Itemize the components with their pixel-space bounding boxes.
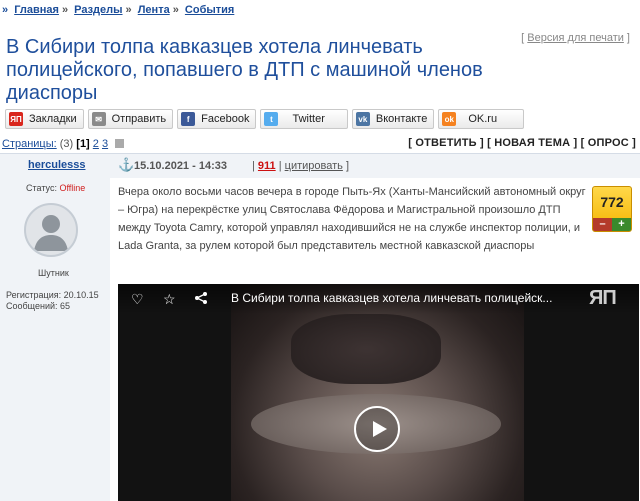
- rating-minus-button[interactable]: –: [593, 218, 612, 231]
- star-icon[interactable]: ☆: [163, 291, 176, 308]
- ok-icon: ok: [442, 112, 457, 126]
- facebook-button[interactable]: f Facebook: [177, 109, 257, 129]
- registration-date: Регистрация: 20.10.15: [6, 290, 99, 300]
- video-title[interactable]: В Сибири толпа кавказцев хотела линчеват…: [231, 291, 586, 305]
- play-button[interactable]: [354, 406, 400, 452]
- ok-button[interactable]: ok OK.ru: [438, 109, 525, 129]
- video-frame-shape: [291, 314, 441, 384]
- print-version: [ Версия для печати ]: [521, 32, 630, 44]
- twitter-label: Twitter: [292, 113, 325, 125]
- post-body: Вчера около восьми часов вечера в городе…: [118, 186, 586, 252]
- breadcrumb-separator: »: [172, 4, 179, 16]
- twitter-button[interactable]: t Twitter: [260, 109, 348, 129]
- vk-icon: vk: [355, 112, 370, 126]
- send-button[interactable]: ✉ Отправить: [87, 109, 174, 129]
- post-number-area: | 911 | цитировать ]: [252, 160, 350, 172]
- video-player[interactable]: ♡ ☆ В Сибири толпа кавказцев хотела линч…: [118, 284, 639, 501]
- status-value: Offline: [59, 183, 86, 193]
- post-title: В Сибири толпа кавказцев хотела линчеват…: [6, 36, 483, 104]
- vkontakte-label: Вконтакте: [375, 113, 428, 125]
- author-rank: Шутник: [38, 268, 69, 278]
- yaplakal-icon: ЯП: [9, 112, 23, 126]
- current-page: [1]: [76, 138, 90, 150]
- pages-count: (3): [59, 138, 74, 150]
- rating-plus-button[interactable]: +: [612, 218, 631, 231]
- author-name-link[interactable]: herculesss: [28, 159, 85, 171]
- video-frame: [231, 284, 524, 501]
- author-status: Статус: Offline: [26, 183, 85, 193]
- breadcrumb-home-link[interactable]: Главная: [14, 4, 59, 16]
- breadcrumb: » Главная» Разделы» Лента» События: [2, 4, 234, 16]
- breadcrumb-separator: »: [125, 4, 132, 16]
- breadcrumb-sections-link[interactable]: Разделы: [74, 4, 122, 16]
- breadcrumb-arrow-icon: »: [2, 4, 9, 16]
- message-count: Сообщений: 65: [6, 301, 71, 311]
- breadcrumb-events-link[interactable]: События: [185, 4, 234, 16]
- ok-label: OK.ru: [468, 113, 498, 125]
- quote-link[interactable]: цитировать: [285, 160, 343, 172]
- page-3-link[interactable]: 3: [102, 138, 108, 150]
- bookmarks-label: Закладки: [29, 113, 77, 125]
- mail-icon: ✉: [91, 112, 106, 126]
- rating-value: 772: [600, 194, 624, 210]
- facebook-label: Facebook: [201, 113, 250, 125]
- post-date: 15.10.2021 - 14:33: [134, 160, 227, 172]
- topic-actions[interactable]: [ ОТВЕТИТЬ ] [ НОВАЯ ТЕМА ] [ ОПРОС ]: [408, 137, 636, 149]
- page-2-link[interactable]: 2: [93, 138, 99, 150]
- post-number-link[interactable]: 911: [258, 160, 276, 172]
- pagination: Страницы: (3) [1] 2 3: [2, 138, 125, 150]
- default-avatar-icon: [34, 215, 68, 251]
- twitter-icon: t: [264, 112, 279, 126]
- print-version-link[interactable]: Версия для печати: [527, 32, 624, 44]
- anchor-icon[interactable]: ⚓: [118, 157, 134, 173]
- share-bar: ЯП Закладки ✉ Отправить f Facebook t Twi…: [5, 109, 525, 129]
- facebook-icon: f: [181, 112, 196, 126]
- bookmarks-button[interactable]: ЯП Закладки: [5, 109, 84, 129]
- heart-icon[interactable]: ♡: [131, 291, 144, 308]
- yaplakal-logo: ЯП: [589, 287, 617, 309]
- share-glyph: [195, 292, 207, 304]
- vkontakte-button[interactable]: vk Вконтакте: [351, 109, 435, 129]
- pages-menu-icon[interactable]: [115, 139, 125, 148]
- breadcrumb-feed-link[interactable]: Лента: [138, 4, 170, 16]
- author-info: Регистрация: 20.10.15 Сообщений: 65: [6, 290, 99, 312]
- rating-widget: 772 – +: [592, 186, 632, 232]
- avatar[interactable]: [24, 203, 78, 257]
- status-label: Статус:: [26, 183, 57, 193]
- pages-label-link[interactable]: Страницы:: [2, 138, 57, 150]
- share-icon[interactable]: [194, 291, 208, 308]
- send-label: Отправить: [111, 113, 167, 125]
- breadcrumb-separator: »: [61, 4, 69, 16]
